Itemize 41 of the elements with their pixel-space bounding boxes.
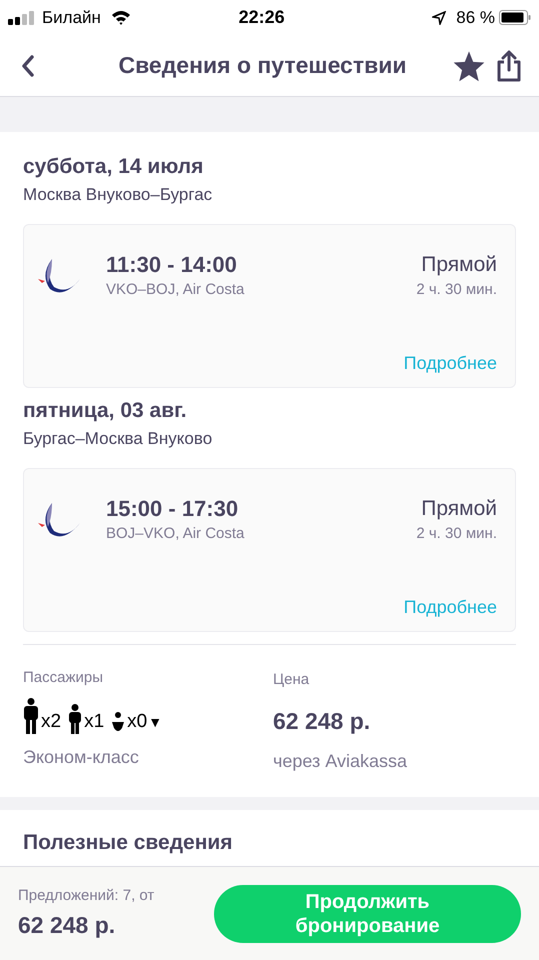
flight-type: Прямой	[421, 496, 497, 522]
signal-icon	[8, 10, 36, 24]
flight-type: Прямой	[421, 252, 497, 278]
adult-icon	[23, 698, 39, 734]
child-icon	[68, 704, 82, 734]
price-source: через Aviakassa	[273, 750, 407, 773]
leg-date: суббота, 14 июля	[23, 154, 204, 180]
chevron-left-icon	[21, 54, 35, 76]
clock-time: 22:26	[238, 6, 286, 29]
leg-route: Бургас–Москва Внуково	[23, 428, 214, 450]
passenger-count: x2	[41, 710, 62, 734]
offers-count: Предложений: 7, от	[18, 886, 156, 906]
battery-icon	[499, 10, 531, 25]
flight-times: 15:00 - 17:30	[106, 495, 240, 523]
infant-icon	[111, 712, 126, 734]
leg-date: пятница, 03 авг.	[23, 398, 188, 424]
wifi-icon	[110, 10, 131, 25]
flight-details: VKO–BOJ, Air Costa	[106, 280, 246, 300]
caret: ▼	[148, 712, 162, 732]
passengers-selector[interactable]: x2 x1 x0▼	[23, 698, 273, 734]
carrier-name: Билайн	[42, 6, 101, 29]
share-icon	[496, 50, 522, 82]
passengers-label: Пассажиры	[23, 668, 104, 688]
star-icon	[452, 50, 486, 82]
section-heading: Полезные сведения	[23, 831, 233, 854]
flight-times: 11:30 - 14:00	[106, 251, 238, 279]
flight-card[interactable]: 11:30 - 14:00 VKO–BOJ, Air Costa Прямой 2 ч. 30 мин. Подробнее	[23, 224, 516, 388]
bottom-price: 62 248 р.	[18, 910, 116, 940]
battery-percent: 86 %	[456, 6, 495, 29]
flight-details: BOJ–VKO, Air Costa	[106, 524, 246, 544]
passenger-count: x0	[127, 710, 148, 734]
price-label: Цена	[273, 670, 310, 690]
leg-route: Москва Внуково–Бургас	[23, 184, 214, 206]
cabin-class: Эконом-класс	[23, 746, 140, 768]
flight-duration: 2 ч. 30 мин.	[416, 524, 497, 544]
flight-card[interactable]: 15:00 - 17:30 BOJ–VKO, Air Costa Прямой 2 ч. 30 мин. Подробнее	[23, 468, 516, 632]
location-arrow-icon	[432, 10, 446, 24]
passenger-count: x1	[84, 710, 104, 734]
screen-title: Сведения о путешествии	[117, 51, 408, 80]
flight-duration: 2 ч. 30 мин.	[416, 280, 497, 300]
price-amount: 62 248 р.	[273, 706, 372, 736]
